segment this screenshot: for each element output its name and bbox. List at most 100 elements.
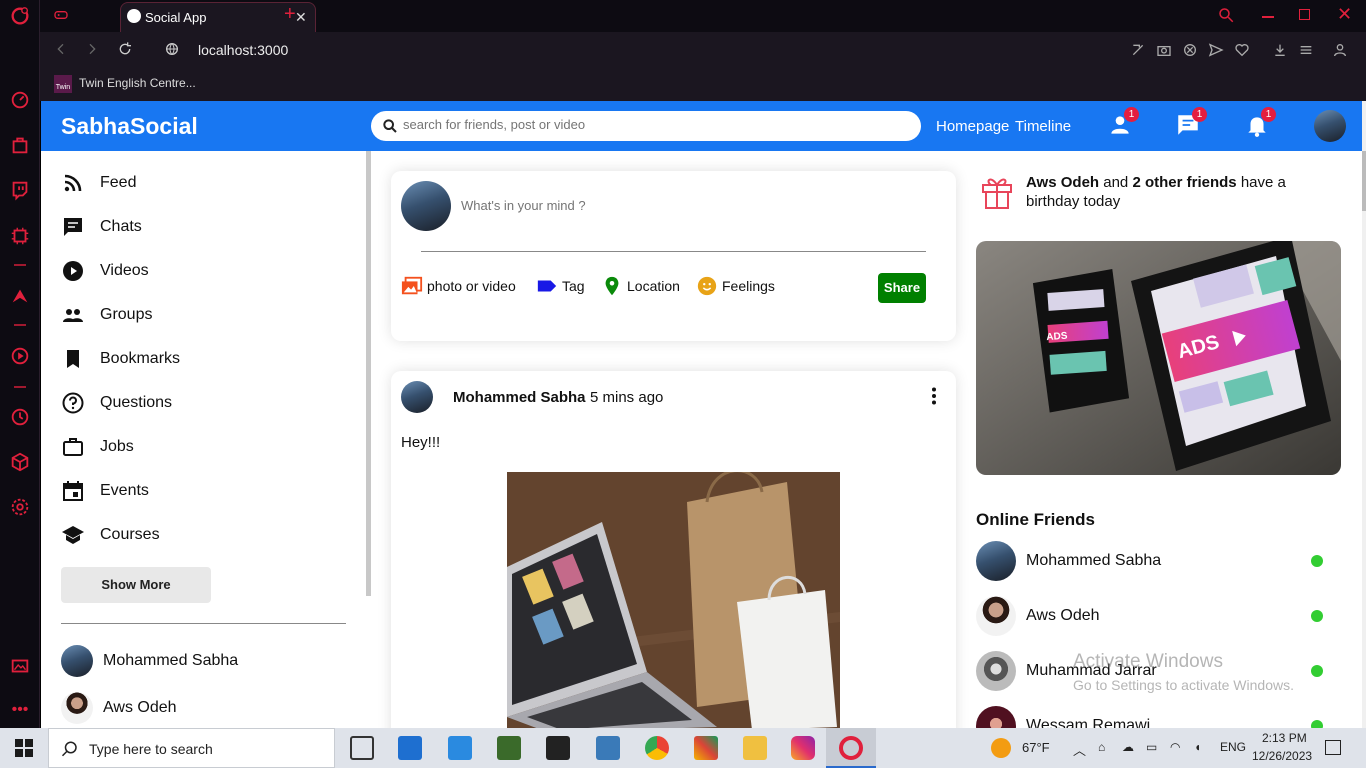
taskbar-search-placeholder: Type here to search [89, 741, 213, 757]
friend-requests-button[interactable]: 1 [1107, 107, 1139, 138]
new-tab-button[interactable]: + [284, 3, 296, 26]
sidebar-item-events[interactable]: Events [61, 476, 149, 506]
sidebar-item-label: Questions [100, 394, 173, 411]
profile-icon[interactable] [1332, 42, 1348, 63]
speed-dial-icon[interactable] [9, 89, 31, 111]
reload-icon[interactable] [117, 41, 133, 62]
mail-icon[interactable] [398, 736, 422, 760]
feelings-option[interactable]: Feelings [696, 275, 775, 297]
online-friend-item[interactable]: Aws Odeh [976, 595, 1331, 637]
post-author[interactable]: Mohammed Sabha [453, 389, 586, 406]
easy-setup-icon[interactable] [1130, 42, 1146, 63]
bookmark-twin-english[interactable]: Twin English Centre... [79, 76, 196, 90]
aria-icon[interactable] [9, 285, 31, 307]
easy-files-icon[interactable] [1298, 42, 1314, 63]
network-tray-icon[interactable]: ⌂ [1098, 740, 1105, 754]
windows-taskbar: Type here to search 67°F ︿ ⌂ ☁ ▭ ◠ ◖ ENG… [0, 728, 1366, 768]
gallery-icon[interactable] [9, 655, 31, 677]
sidebar-item-chats[interactable]: Chats [61, 212, 142, 242]
sidebar-item-feed[interactable]: Feed [61, 168, 136, 198]
history-icon[interactable] [9, 406, 31, 428]
sidebar-scrollbar[interactable] [366, 151, 371, 596]
adblock-icon[interactable] [1182, 42, 1198, 63]
volume-icon[interactable]: ◖ [1194, 740, 1201, 754]
tag-option[interactable]: Tag [536, 275, 585, 297]
forward-icon[interactable] [84, 41, 100, 62]
cube-icon[interactable] [9, 451, 31, 473]
settings-icon[interactable] [9, 496, 31, 518]
gamepad-icon[interactable] [53, 7, 69, 28]
search-input[interactable] [403, 117, 903, 132]
photo-video-option[interactable]: photo or video [401, 275, 516, 297]
notifications-center-icon[interactable] [1325, 740, 1341, 755]
notifications-button[interactable]: 1 [1244, 107, 1276, 138]
clock-date[interactable]: 12/26/2023 [1252, 749, 1312, 763]
battery-icon[interactable]: ▭ [1146, 740, 1157, 754]
opera-logo-icon[interactable] [9, 5, 31, 27]
close-tab-icon[interactable]: ✕ [295, 9, 307, 26]
taskbar-search[interactable]: Type here to search [48, 728, 335, 768]
terminal-icon[interactable] [546, 736, 570, 760]
post-image[interactable] [507, 472, 840, 728]
profile-avatar[interactable] [1314, 110, 1346, 142]
show-hidden-icons[interactable]: ︿ [1073, 740, 1086, 759]
chip-icon[interactable] [9, 225, 31, 247]
online-friend-item[interactable]: Mohammed Sabha [976, 540, 1331, 582]
file-explorer-icon[interactable] [743, 736, 767, 760]
clock-time[interactable]: 2:13 PM [1262, 731, 1307, 745]
show-more-button[interactable]: Show More [61, 567, 211, 603]
wifi-icon[interactable]: ◠ [1170, 740, 1180, 754]
python-icon[interactable] [596, 736, 620, 760]
messages-button[interactable]: 1 [1175, 107, 1207, 138]
ad-banner[interactable]: ADS ADS [976, 241, 1341, 475]
search-tabs-icon[interactable] [1217, 6, 1235, 29]
url-field[interactable]: localhost:3000 [198, 42, 288, 58]
more-vert-icon[interactable] [930, 387, 938, 410]
search-bar[interactable] [371, 111, 921, 141]
sidebar-item-questions[interactable]: Questions [61, 388, 172, 418]
online-friend-item[interactable]: Wessam Remawi [976, 705, 1331, 728]
restore-button[interactable] [1299, 9, 1310, 20]
task-view-icon[interactable] [350, 736, 374, 760]
minimize-button[interactable] [1262, 16, 1274, 18]
timeline-link[interactable]: Timeline [1015, 118, 1071, 135]
app-icon[interactable] [694, 736, 718, 760]
weather-temp[interactable]: 67°F [1022, 740, 1050, 755]
vscode-icon[interactable] [448, 736, 472, 760]
camera-icon[interactable] [1156, 42, 1172, 63]
windows-start-icon[interactable] [15, 739, 33, 762]
sidebar-item-bookmarks[interactable]: Bookmarks [61, 344, 180, 374]
sidebar-item-courses[interactable]: Courses [61, 520, 160, 550]
close-window-button[interactable]: ✕ [1337, 4, 1352, 25]
composer-input[interactable] [461, 198, 921, 213]
twitch-icon[interactable] [9, 179, 31, 201]
language-indicator[interactable]: ENG [1220, 740, 1246, 754]
site-info-icon[interactable] [164, 41, 180, 62]
page-scrollbar[interactable] [1362, 101, 1366, 728]
back-icon[interactable] [53, 41, 69, 62]
sidebar-item-groups[interactable]: Groups [61, 300, 152, 330]
shopping-icon[interactable] [9, 134, 31, 156]
logo[interactable]: SabhaSocial [61, 113, 198, 140]
sidebar-item-jobs[interactable]: Jobs [61, 432, 134, 462]
cloud-tray-icon[interactable]: ☁ [1122, 740, 1134, 754]
page-scrollbar-thumb[interactable] [1362, 151, 1366, 211]
send-icon[interactable] [1208, 42, 1224, 63]
more-icon[interactable]: ••• [9, 699, 31, 721]
weather-icon[interactable] [991, 738, 1011, 758]
app-icon[interactable] [497, 736, 521, 760]
share-button[interactable]: Share [878, 273, 926, 303]
chrome-icon[interactable] [645, 736, 669, 760]
friend-item[interactable]: Aws Odeh [61, 692, 177, 724]
avatar[interactable] [401, 381, 433, 413]
location-option[interactable]: Location [601, 275, 680, 297]
homepage-link[interactable]: Homepage [936, 118, 1009, 135]
player-icon[interactable] [9, 345, 31, 367]
heart-icon[interactable] [1234, 42, 1250, 63]
instagram-icon[interactable] [791, 736, 815, 760]
friend-item[interactable]: Mohammed Sabha [61, 645, 238, 677]
download-icon[interactable] [1272, 42, 1288, 63]
opera-taskbar-button[interactable] [826, 728, 876, 768]
sidebar-item-videos[interactable]: Videos [61, 256, 149, 286]
sidebar-item-label: Chats [100, 218, 142, 235]
